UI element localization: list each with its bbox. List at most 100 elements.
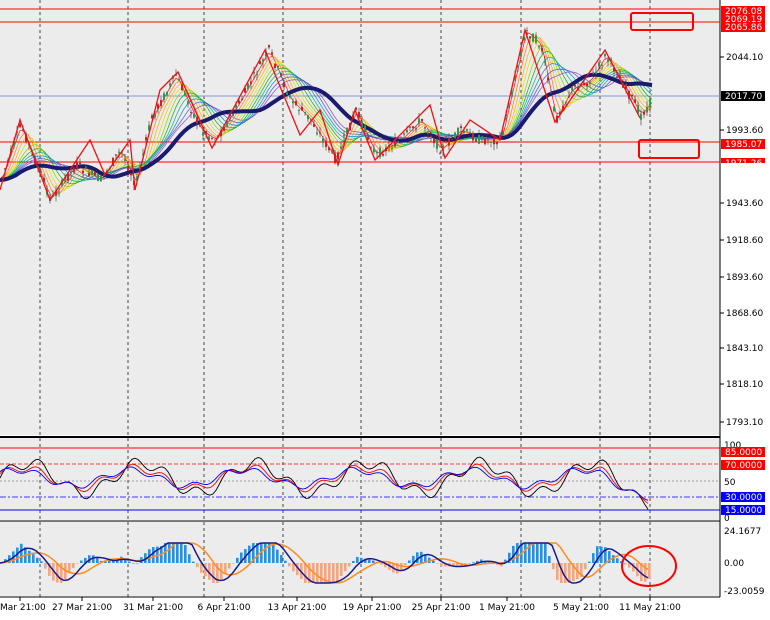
candle-body [163,93,165,100]
candle-body [274,63,276,69]
macd-histogram-bar [356,556,359,563]
candle-body [535,35,537,43]
candle-body [601,64,603,66]
candle-body [460,126,462,129]
macd-histogram-bar [644,563,647,582]
candle-body [421,118,423,122]
candle-body [301,107,303,111]
candle-body [418,118,420,124]
candle-body [472,133,474,141]
macd-histogram-bar [72,563,75,568]
macd-histogram-bar [332,563,335,582]
candle-body [541,47,543,52]
macd-axis: 24.1677 0.00 -23.0059 [724,527,765,597]
candle-body [1,177,3,179]
candle-body [295,101,297,105]
time-tick-label: 11 May 21:00 [619,603,681,613]
candle-body [631,94,633,97]
candle-body [445,140,447,143]
candle-body [640,113,642,120]
price-chart-canvas[interactable]: 2044.10 1993.60 1943.60 1918.60 1893.60 1868.… [0,0,770,620]
candle-body [469,132,471,134]
candle-body [181,84,183,91]
candle-body [526,30,528,32]
candle-body [478,134,480,144]
candle-body [289,95,291,98]
macd-histogram-bar [76,563,79,564]
macd-histogram-bar [28,550,31,563]
price-tick-label: 1918.60 [726,236,763,246]
macd-histogram-bar [536,543,539,563]
candle-body [553,106,555,112]
candle-body [397,141,399,143]
candle-body [130,173,132,176]
candle-body [307,115,309,120]
candle-body [169,83,171,86]
macd-histogram-bar [152,547,155,563]
candle-body [403,133,405,135]
macd-histogram-bar [136,563,139,565]
main-chart-area[interactable] [0,0,720,435]
candle-body [364,125,366,133]
macd-histogram-bar [56,563,59,583]
price-tick-label: 1993.60 [726,126,763,136]
candle-body [190,111,192,113]
candle-body [433,138,435,144]
candle-body [574,85,576,87]
candle-body [475,139,477,142]
candle-body [247,83,249,89]
candle-body [79,162,81,164]
candle-body [547,77,549,81]
macd-histogram-bar [380,563,383,565]
candle-body [424,127,426,129]
candle-body [583,83,585,86]
price-tick-label: 1793.10 [726,418,763,428]
macd-histogram-bar [168,543,171,563]
macd-histogram-bar [532,543,535,563]
candle-body [466,129,468,131]
candle-body [232,113,234,116]
candle-body [283,82,285,88]
candle-body [400,137,402,139]
price-level-tags: 2076.082069.192065.862017.701985.071971.… [721,6,765,174]
candle-body [406,130,408,133]
macd-histogram-bar [624,563,627,565]
rsi-axis: 10050085.000070.000030.000015.0000 [721,441,765,524]
macd-histogram-bar [92,555,95,563]
macd-histogram-bar [524,543,527,563]
candle-body [196,117,198,124]
macd-histogram-bar [128,561,131,563]
candle-body [73,167,75,172]
candle-body [457,128,459,135]
price-tick-label: 1818.10 [726,380,763,390]
candle-body [565,101,567,103]
rsi-level-label: 30.0000 [725,493,762,503]
candle-body [115,154,117,156]
macd-histogram-bar [404,563,407,566]
macd-axis-label: 0.00 [724,559,744,569]
macd-histogram-bar [188,554,191,563]
candle-body [643,111,645,115]
candle-body [448,138,450,146]
candle-body [571,86,573,90]
candle-body [250,81,252,84]
candle-body [199,125,201,127]
macd-histogram-bar [108,560,111,563]
macd-histogram-bar [320,563,323,583]
candle-body [319,132,321,134]
candle-body [127,165,129,172]
candle-body [412,126,414,129]
macd-histogram-bar [132,563,135,564]
candle-body [508,107,510,109]
macd-histogram-bar [180,543,183,563]
candle-body [586,83,588,87]
candle-body [313,124,315,127]
candle-body [436,139,438,149]
macd-histogram-bar [352,561,355,563]
candle-body [493,137,495,145]
candle-body [487,139,489,141]
candle-body [616,76,618,78]
price-tag-label: 2017.70 [725,92,762,102]
macd-histogram-bar [276,549,279,563]
macd-histogram-bar [440,563,443,567]
